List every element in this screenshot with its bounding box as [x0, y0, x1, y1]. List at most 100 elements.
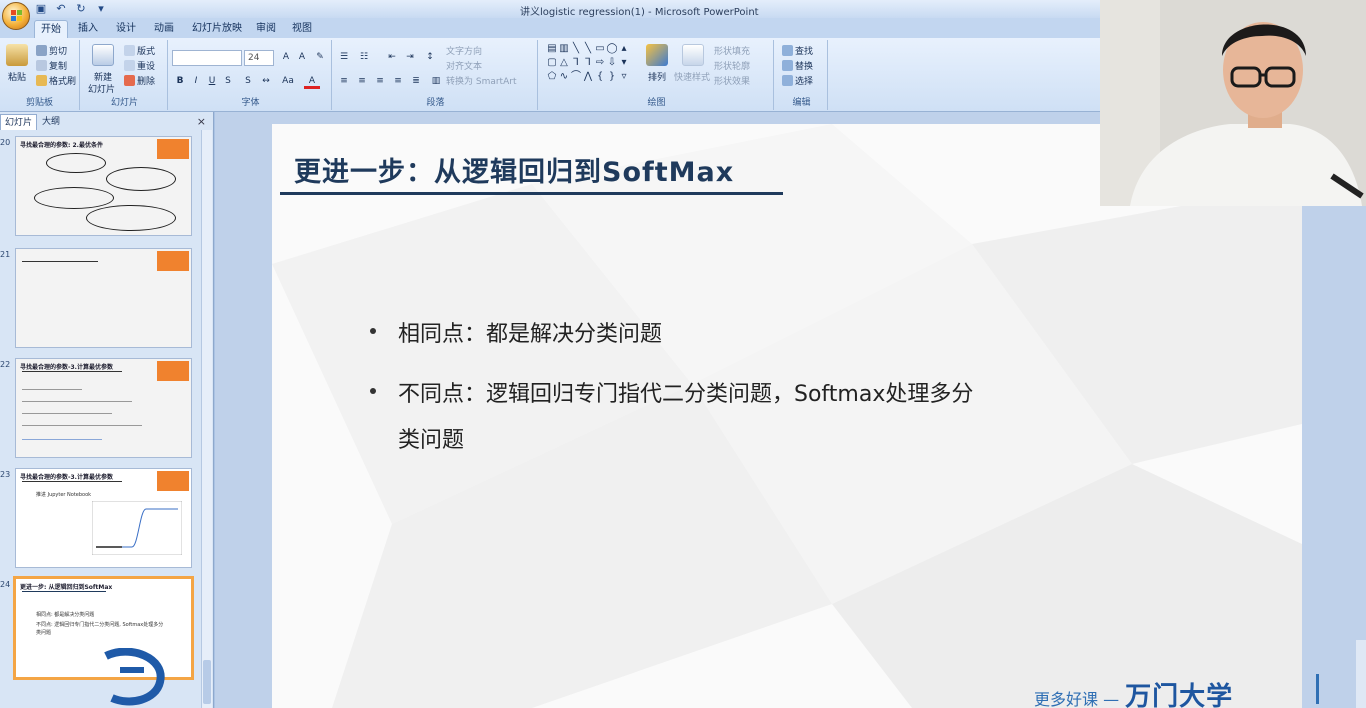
- pentagon-shape-icon[interactable]: ⬠: [546, 70, 558, 84]
- copy-icon: [36, 60, 47, 71]
- current-slide[interactable]: 更进一步：从逻辑回归到SoftMax 相同点：都是解决分类问题 不同点：逻辑回归…: [272, 124, 1302, 708]
- handwriting-mark: [34, 187, 114, 209]
- new-slide-label-2[interactable]: 幻灯片: [88, 82, 115, 95]
- more-shapes-icon[interactable]: ▴: [618, 42, 630, 56]
- numbering-button[interactable]: ☷: [356, 50, 372, 65]
- font-color-button[interactable]: A: [304, 74, 320, 89]
- tab-insert[interactable]: 插入: [72, 20, 104, 38]
- tab-review[interactable]: 审阅: [250, 20, 282, 38]
- rectangle-shape-icon[interactable]: ▭: [594, 42, 606, 56]
- quick-styles-button[interactable]: 快速样式: [674, 70, 710, 83]
- handwriting-mark: [106, 167, 176, 191]
- decrease-indent-button[interactable]: ⇤: [384, 50, 400, 65]
- cut-button[interactable]: 剪切: [36, 44, 67, 57]
- bullets-button[interactable]: ☰: [336, 50, 352, 65]
- elbow-connector-icon[interactable]: ⅂: [570, 56, 582, 70]
- shapes-gallery[interactable]: ▤ ▥ ╲ ╲ ▭ ◯ ▴ ▢ △ ⅂ ⅂ ⇨ ⇩ ▾ ⬠ ∿ ⌒ ⋀{} ▿: [546, 42, 634, 84]
- char-spacing-button[interactable]: ↔: [258, 74, 274, 89]
- find-button[interactable]: 查找: [782, 44, 813, 57]
- select-button[interactable]: 选择: [782, 74, 813, 87]
- bold-button[interactable]: B: [172, 74, 188, 89]
- quick-styles-icon[interactable]: [682, 44, 704, 66]
- textbox-vertical-shape-icon[interactable]: ▥: [558, 42, 570, 56]
- customize-qat-icon[interactable]: ▾: [94, 2, 108, 16]
- clear-format-button[interactable]: ✎: [312, 50, 328, 65]
- paste-icon[interactable]: [6, 44, 28, 66]
- reset-button[interactable]: 重设: [124, 59, 155, 72]
- copy-button[interactable]: 复制: [36, 59, 67, 72]
- increase-indent-button[interactable]: ⇥: [402, 50, 418, 65]
- rounded-rect-shape-icon[interactable]: ▢: [546, 56, 558, 70]
- text-direction-button[interactable]: 文字方向: [446, 44, 482, 57]
- slide-title[interactable]: 更进一步：从逻辑回归到SoftMax: [294, 150, 734, 189]
- italic-button[interactable]: I: [188, 74, 204, 89]
- align-left-button[interactable]: ≡: [336, 74, 352, 89]
- new-slide-icon[interactable]: [92, 44, 114, 66]
- columns-button[interactable]: ▥: [428, 74, 444, 89]
- elbow-arrow-icon[interactable]: ⅂: [582, 56, 594, 70]
- slide-thumbnail-22[interactable]: 寻找最合理的参数-3.计算最优参数: [15, 358, 192, 458]
- tab-view[interactable]: 视图: [286, 20, 318, 38]
- scroll-shapes-icon[interactable]: ▾: [618, 56, 630, 70]
- shrink-font-button[interactable]: A: [294, 50, 310, 65]
- arc-shape-icon[interactable]: ⌒: [570, 70, 582, 84]
- tab-slideshow[interactable]: 幻灯片放映: [186, 20, 248, 38]
- undo-icon[interactable]: ↶: [54, 2, 68, 16]
- convert-smartart-button[interactable]: 转换为 SmartArt: [446, 74, 516, 87]
- slide-thumbnail-21[interactable]: [15, 248, 192, 348]
- down-arrow-shape-icon[interactable]: ⇩: [606, 56, 618, 70]
- line-shape-icon[interactable]: ╲: [570, 42, 582, 56]
- change-case-button[interactable]: Aa: [280, 74, 296, 89]
- freeform-shape-icon[interactable]: ⋀: [582, 70, 594, 84]
- shape-fill-button[interactable]: 形状填充: [714, 44, 750, 57]
- close-panel-icon[interactable]: ×: [197, 115, 206, 128]
- shapes-expand-icon[interactable]: ▿: [618, 70, 630, 84]
- tab-slides[interactable]: 幻灯片: [0, 114, 38, 130]
- font-size-input[interactable]: 24: [244, 50, 274, 66]
- slide-thumbnail-20[interactable]: 寻找最合理的参数: 2.最优条件: [15, 136, 192, 236]
- line-spacing-button[interactable]: ↕: [422, 50, 438, 65]
- align-text-button[interactable]: 对齐文本: [446, 59, 482, 72]
- redo-icon[interactable]: ↻: [74, 2, 88, 16]
- align-right-button[interactable]: ≡: [372, 74, 388, 89]
- distributed-button[interactable]: ≣: [408, 74, 424, 89]
- arrange-button[interactable]: 排列: [648, 70, 666, 83]
- panel-scrollbar[interactable]: [201, 130, 212, 708]
- shape-outline-button[interactable]: 形状轮廓: [714, 59, 750, 72]
- strikethrough-button[interactable]: S: [220, 74, 236, 89]
- oval-shape-icon[interactable]: ◯: [606, 42, 618, 56]
- title-bar: ▣ ↶ ↻ ▾ 讲义logistic regression(1) - Micro…: [0, 0, 1100, 18]
- replace-button[interactable]: 替换: [782, 59, 813, 72]
- grow-font-button[interactable]: A: [278, 50, 294, 65]
- brace-left-icon[interactable]: {: [594, 70, 606, 84]
- arrange-icon[interactable]: [646, 44, 668, 66]
- slide-thumbnail-23[interactable]: 寻找最合理的参数-3.计算最优参数 推进 Jupyter Notebook: [15, 468, 192, 568]
- triangle-shape-icon[interactable]: △: [558, 56, 570, 70]
- tab-home[interactable]: 开始: [34, 20, 68, 38]
- vertical-scrollbar[interactable]: [1356, 640, 1366, 708]
- curve-shape-icon[interactable]: ∿: [558, 70, 570, 84]
- editing-label: 编辑: [792, 98, 811, 108]
- justify-button[interactable]: ≡: [390, 74, 406, 89]
- textbox-shape-icon[interactable]: ▤: [546, 42, 558, 56]
- slides-group: 新建 幻灯片 版式 重设 删除 幻灯片: [82, 40, 168, 110]
- line2-shape-icon[interactable]: ╲: [582, 42, 594, 56]
- shadow-button[interactable]: S: [240, 74, 256, 89]
- panel-scroll-thumb[interactable]: [203, 660, 211, 704]
- shape-effects-button[interactable]: 形状效果: [714, 74, 750, 87]
- paste-button[interactable]: 粘贴: [8, 70, 26, 83]
- tab-design[interactable]: 设计: [110, 20, 142, 38]
- layout-button[interactable]: 版式: [124, 44, 155, 57]
- brace-right-icon[interactable]: }: [606, 70, 618, 84]
- tab-outline[interactable]: 大纲: [38, 114, 64, 130]
- right-arrow-shape-icon[interactable]: ⇨: [594, 56, 606, 70]
- slide-number-20: 20: [0, 138, 11, 147]
- delete-slide-button[interactable]: 删除: [124, 74, 155, 87]
- save-icon[interactable]: ▣: [34, 2, 48, 16]
- underline-button[interactable]: U: [204, 74, 220, 89]
- align-center-button[interactable]: ≡: [354, 74, 370, 89]
- tab-animations[interactable]: 动画: [148, 20, 180, 38]
- font-name-input[interactable]: [172, 50, 242, 66]
- format-painter-button[interactable]: 格式刷: [36, 74, 76, 87]
- office-button[interactable]: [2, 2, 30, 30]
